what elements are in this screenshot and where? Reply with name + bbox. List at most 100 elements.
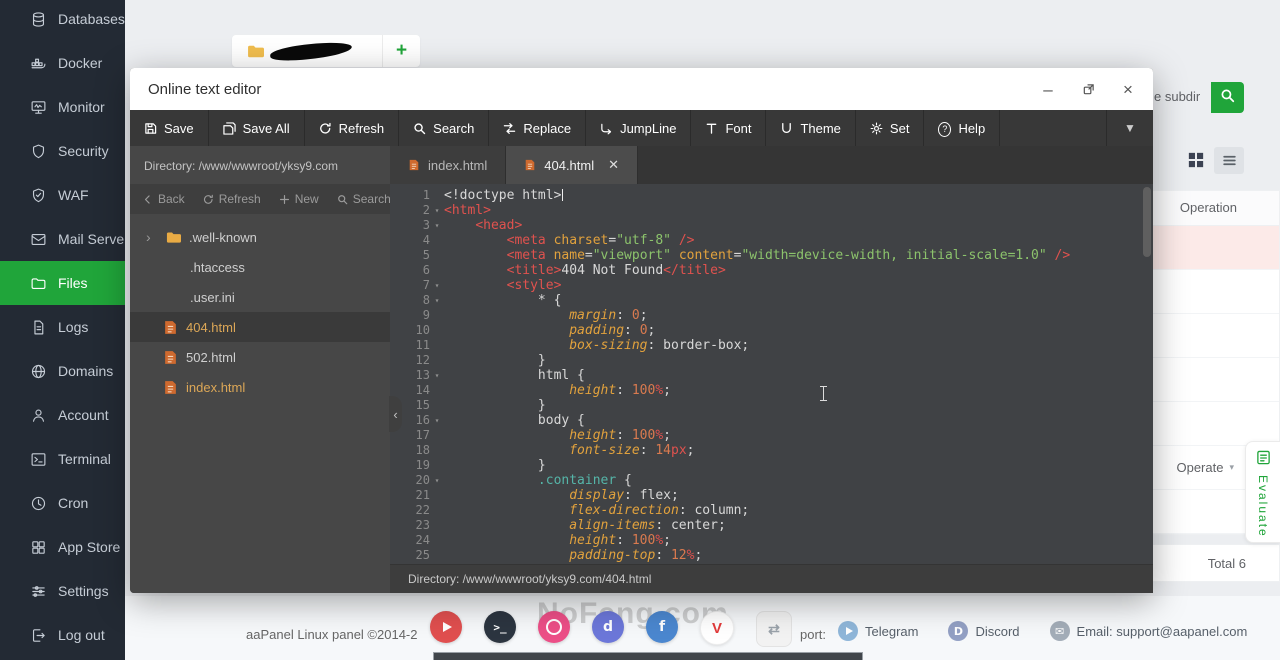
theme-icon — [780, 122, 793, 135]
sidebar-item-monitor[interactable]: Monitor — [0, 85, 125, 129]
fold-marker-icon[interactable]: ▾ — [430, 473, 444, 488]
set-button[interactable]: Set — [856, 110, 925, 146]
line-number: 9 — [422, 308, 430, 322]
dribbble-icon[interactable] — [538, 611, 570, 643]
fold-gutter — [430, 398, 444, 413]
operate-dropdown[interactable]: Operate ▾ — [1176, 460, 1234, 475]
facebook-icon[interactable]: f — [646, 611, 678, 643]
evaluate-tab[interactable]: Evaluate — [1245, 441, 1280, 543]
v-logo-icon[interactable]: V — [700, 611, 734, 645]
code-area[interactable]: 1 <!doctype html> 2 ▾ <html> 3 ▾ <head> … — [390, 184, 1153, 564]
sidebar: Databases Docker Monitor Security WAF Ma… — [0, 0, 125, 660]
maximize-icon[interactable] — [1079, 80, 1097, 98]
sidebar-item-security[interactable]: Security — [0, 129, 125, 173]
help-icon: ? — [938, 121, 952, 137]
fold-marker-icon[interactable]: ▾ — [430, 413, 444, 428]
save-button[interactable]: Save — [130, 110, 209, 146]
fold-marker-icon[interactable]: ▾ — [430, 293, 444, 308]
footer-link-discord[interactable]: D Discord — [948, 621, 1020, 641]
search-button[interactable]: Search — [399, 110, 490, 146]
path-toolbar: + — [232, 35, 420, 67]
file-refresh-button[interactable]: Refresh — [203, 192, 261, 206]
add-path-button[interactable]: + — [383, 35, 420, 67]
collapse-panel-handle[interactable]: ‹ — [389, 396, 402, 432]
line-number: 3 — [422, 218, 430, 232]
list-view-icon[interactable] — [1214, 147, 1244, 174]
refresh-button[interactable]: Refresh — [305, 110, 400, 146]
tree-item-htaccess[interactable]: .htaccess — [130, 252, 390, 282]
play-icon[interactable] — [430, 611, 462, 643]
sidebar-item-logs[interactable]: Logs — [0, 305, 125, 349]
search-button[interactable] — [1211, 82, 1244, 113]
sidebar-item-docker[interactable]: Docker — [0, 41, 125, 85]
file-back-button[interactable]: Back — [142, 192, 185, 206]
font-button[interactable]: Font — [691, 110, 767, 146]
monitor-icon — [30, 99, 47, 116]
sidebar-item-account[interactable]: Account — [0, 393, 125, 437]
sidebar-item-domains[interactable]: Domains — [0, 349, 125, 393]
globe-icon — [30, 363, 47, 380]
discord-icon[interactable]: d — [592, 611, 624, 643]
terminal-icon[interactable]: >_ — [484, 611, 516, 643]
tab-index-html[interactable]: index.html — [390, 146, 507, 184]
sidebar-item-files[interactable]: Files — [0, 261, 125, 305]
save-all-button[interactable]: Save All — [209, 110, 305, 146]
line-number: 20 — [415, 473, 430, 487]
grid-view-icon[interactable] — [1186, 150, 1206, 170]
footer-link-email[interactable]: ✉ Email: support@aapanel.com — [1049, 621, 1247, 641]
line-number: 5 — [422, 248, 430, 262]
tree-item-well-known[interactable]: › .well-known — [130, 222, 390, 252]
line-number: 2 — [422, 203, 430, 217]
total-count: Total 6 — [1207, 555, 1246, 571]
search-icon — [413, 122, 426, 135]
tree-item-502-html[interactable]: 502.html — [130, 342, 390, 372]
tab-404-html[interactable]: 404.html ✕ — [506, 146, 639, 184]
line-number: 22 — [415, 503, 430, 517]
minimize-icon[interactable]: – — [1039, 80, 1057, 98]
replace-button[interactable]: Replace — [489, 110, 587, 146]
sidebar-item-settings[interactable]: Settings — [0, 569, 125, 613]
fold-gutter — [430, 338, 444, 353]
gear-icon — [870, 122, 883, 135]
sidebar-item-log-out[interactable]: Log out — [0, 613, 125, 657]
file-search-button[interactable]: Search — [337, 192, 391, 206]
fold-marker-icon[interactable]: ▾ — [430, 203, 444, 218]
tree-item-index-html[interactable]: index.html — [130, 372, 390, 402]
footer-link-telegram[interactable]: Telegram — [838, 621, 918, 641]
sidebar-item-waf[interactable]: WAF — [0, 173, 125, 217]
close-tab-icon[interactable]: ✕ — [608, 157, 619, 173]
html-file-icon — [163, 380, 178, 395]
editor-scrollbar[interactable] — [1143, 187, 1151, 257]
fold-marker-icon[interactable]: ▾ — [430, 278, 444, 293]
line-number: 13 — [415, 368, 430, 382]
help-button[interactable]: ? Help — [924, 110, 1001, 146]
create-subdir-button[interactable]: e subdir — [1154, 89, 1200, 104]
tree-item-user-ini[interactable]: .user.ini — [130, 282, 390, 312]
sidebar-item-cron[interactable]: Cron — [0, 481, 125, 525]
editor-status-bar: Directory: /www/wwwroot/yksy9.com/404.ht… — [390, 564, 1153, 593]
fold-gutter — [430, 458, 444, 473]
toolbar-more-button[interactable]: ▼ — [1106, 110, 1153, 146]
line-number: 21 — [415, 488, 430, 502]
tree-item-404-html[interactable]: 404.html — [130, 312, 390, 342]
expand-icon[interactable]: › — [146, 230, 158, 244]
refresh-icon — [319, 122, 332, 135]
theme-button[interactable]: Theme — [766, 110, 856, 146]
line-number: 14 — [415, 383, 430, 397]
sidebar-item-databases[interactable]: Databases — [0, 0, 125, 41]
online-text-editor-modal: Online text editor – × Save Save All Ref… — [130, 68, 1153, 593]
fold-marker-icon[interactable]: ▾ — [430, 218, 444, 233]
line-number: 23 — [415, 518, 430, 532]
file-new-button[interactable]: New — [279, 192, 319, 206]
sidebar-item-mail-serve[interactable]: Mail Serve — [0, 217, 125, 261]
code-line: 22 flex-direction: column; — [390, 503, 1153, 518]
sync-icon[interactable]: ⇄ — [756, 611, 792, 647]
page: + e subdir in Operation Operate▾ Total 6… — [0, 0, 1280, 660]
user-icon — [30, 407, 47, 424]
close-icon[interactable]: × — [1119, 80, 1137, 98]
jumpline-button[interactable]: JumpLine — [586, 110, 692, 146]
fold-marker-icon[interactable]: ▾ — [430, 368, 444, 383]
social-icons-row: >_ d f V ⇄ — [430, 611, 792, 647]
sidebar-item-app-store[interactable]: App Store — [0, 525, 125, 569]
sidebar-item-terminal[interactable]: Terminal — [0, 437, 125, 481]
